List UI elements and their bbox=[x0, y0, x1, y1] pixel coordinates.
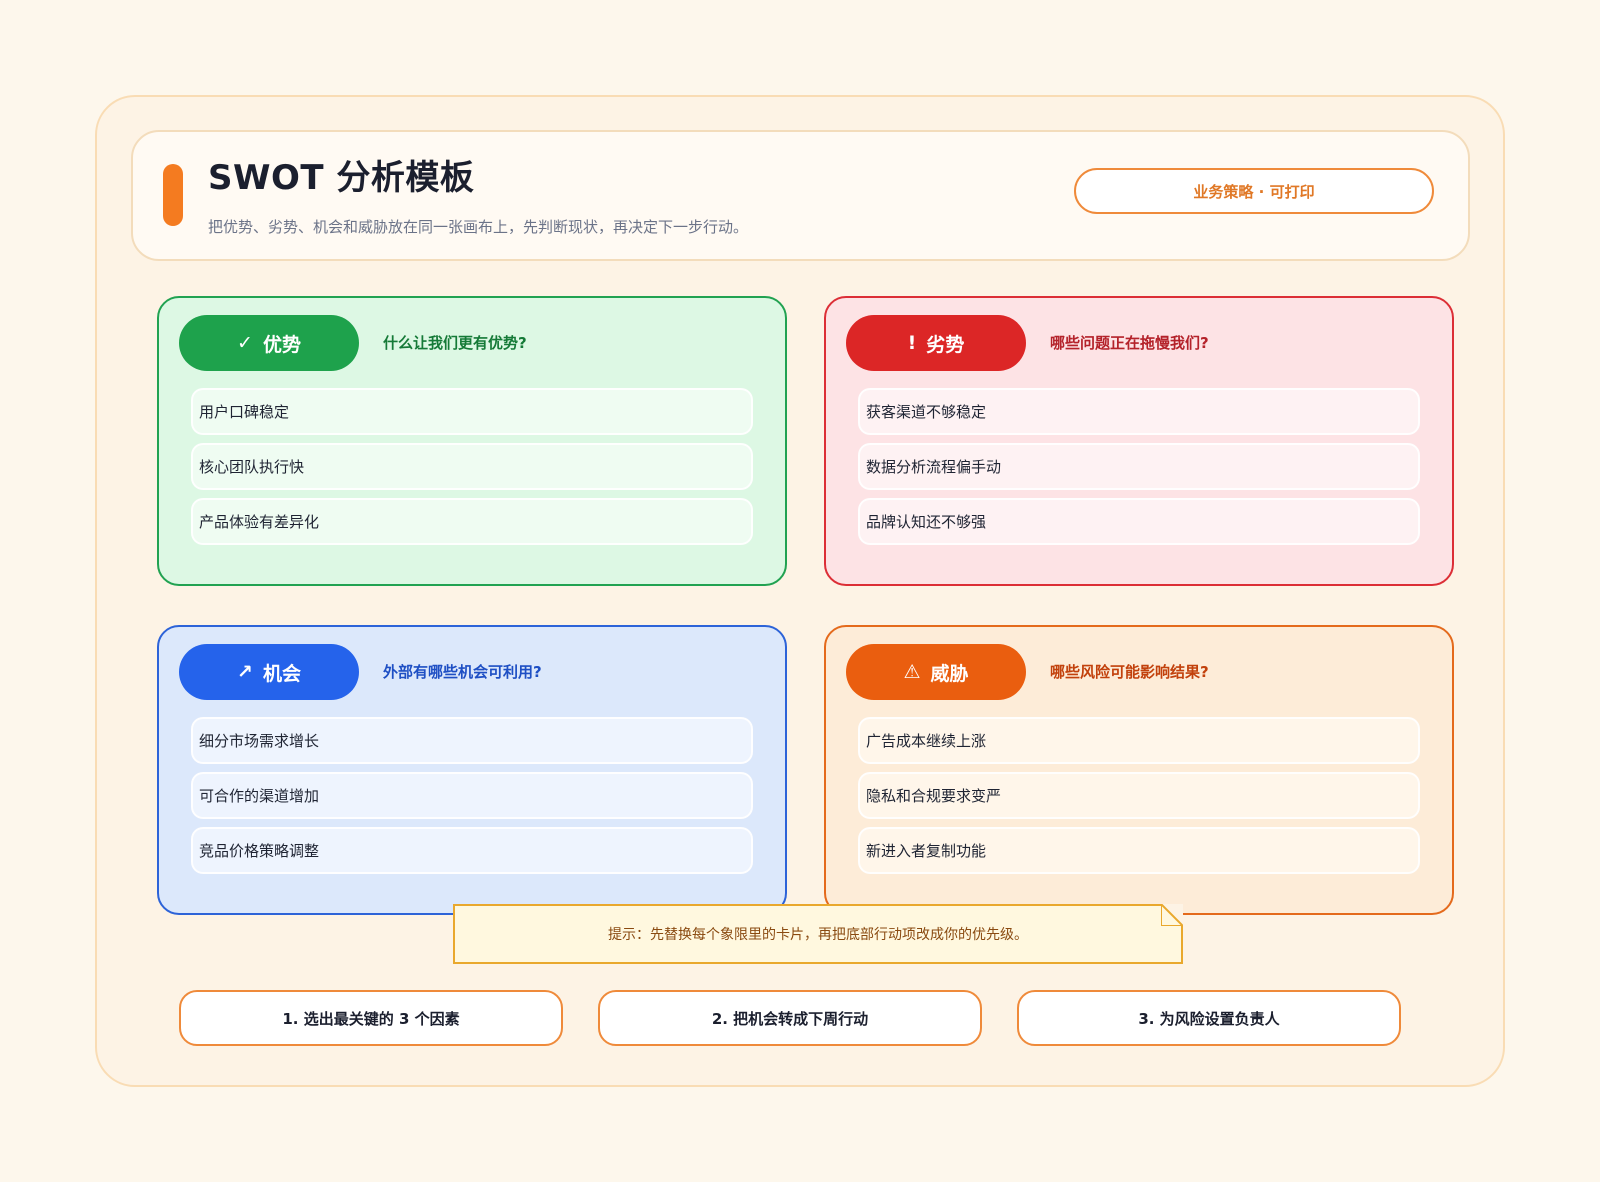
opportunity-card[interactable]: 竞品价格策略调整 bbox=[191, 827, 753, 874]
threats-question: 哪些风险可能影响结果? bbox=[1050, 663, 1209, 681]
weakness-card[interactable]: 获客渠道不够稳定 bbox=[858, 388, 1420, 435]
opportunities-question: 外部有哪些机会可利用? bbox=[383, 663, 542, 681]
weaknesses-question: 哪些问题正在拖慢我们? bbox=[1050, 334, 1209, 352]
note-fold-corner bbox=[1161, 904, 1183, 926]
exclamation-icon: ! bbox=[907, 332, 917, 354]
arrow-up-right-icon: ↗ bbox=[237, 661, 253, 683]
strengths-label: 优势 bbox=[262, 333, 301, 356]
tip-text: 提示：先替换每个象限里的卡片，再把底部行动项改成你的优先级。 bbox=[608, 927, 1028, 943]
check-icon: ✓ bbox=[237, 332, 253, 354]
strengths-question: 什么让我们更有优势? bbox=[383, 334, 527, 352]
threats-pill: ⚠ 威胁 bbox=[846, 644, 1026, 700]
threat-card[interactable]: 广告成本继续上涨 bbox=[858, 717, 1420, 764]
threats-label: 威胁 bbox=[930, 662, 969, 685]
strength-card[interactable]: 核心团队执行快 bbox=[191, 443, 753, 490]
page-subtitle: 把优势、劣势、机会和威胁放在同一张画布上，先判断现状，再决定下一步行动。 bbox=[208, 218, 749, 236]
page-title: SWOT 分析模板 bbox=[208, 158, 475, 198]
weaknesses-pill: ! 劣势 bbox=[846, 315, 1026, 371]
opportunities-quadrant: ↗ 机会 外部有哪些机会可利用? 细分市场需求增长 可合作的渠道增加 竞品价格策… bbox=[157, 625, 787, 915]
threats-quadrant: ⚠ 威胁 哪些风险可能影响结果? 广告成本继续上涨 隐私和合规要求变严 新进入者… bbox=[824, 625, 1454, 915]
weakness-card[interactable]: 品牌认知还不够强 bbox=[858, 498, 1420, 545]
title-accent-bar bbox=[163, 164, 183, 226]
strengths-quadrant: ✓ 优势 什么让我们更有优势? 用户口碑稳定 核心团队执行快 产品体验有差异化 bbox=[157, 296, 787, 586]
opportunity-card[interactable]: 可合作的渠道增加 bbox=[191, 772, 753, 819]
action-button[interactable]: 1. 选出最关键的 3 个因素 bbox=[179, 990, 563, 1046]
opportunity-card[interactable]: 细分市场需求增长 bbox=[191, 717, 753, 764]
opportunities-pill: ↗ 机会 bbox=[179, 644, 359, 700]
opportunities-label: 机会 bbox=[262, 662, 301, 685]
action-button[interactable]: 3. 为风险设置负责人 bbox=[1017, 990, 1401, 1046]
action-button[interactable]: 2. 把机会转成下周行动 bbox=[598, 990, 982, 1046]
weakness-card[interactable]: 数据分析流程偏手动 bbox=[858, 443, 1420, 490]
weaknesses-label: 劣势 bbox=[926, 333, 965, 356]
weaknesses-quadrant: ! 劣势 哪些问题正在拖慢我们? 获客渠道不够稳定 数据分析流程偏手动 品牌认知… bbox=[824, 296, 1454, 586]
action-row: 1. 选出最关键的 3 个因素 2. 把机会转成下周行动 3. 为风险设置负责人 bbox=[179, 990, 1401, 1046]
strength-card[interactable]: 用户口碑稳定 bbox=[191, 388, 753, 435]
strengths-pill: ✓ 优势 bbox=[179, 315, 359, 371]
warning-icon: ⚠ bbox=[903, 661, 921, 683]
threat-card[interactable]: 新进入者复制功能 bbox=[858, 827, 1420, 874]
tip-note: 提示：先替换每个象限里的卡片，再把底部行动项改成你的优先级。 bbox=[453, 904, 1183, 964]
strength-card[interactable]: 产品体验有差异化 bbox=[191, 498, 753, 545]
category-tag: 业务策略 · 可打印 bbox=[1074, 168, 1434, 214]
threat-card[interactable]: 隐私和合规要求变严 bbox=[858, 772, 1420, 819]
